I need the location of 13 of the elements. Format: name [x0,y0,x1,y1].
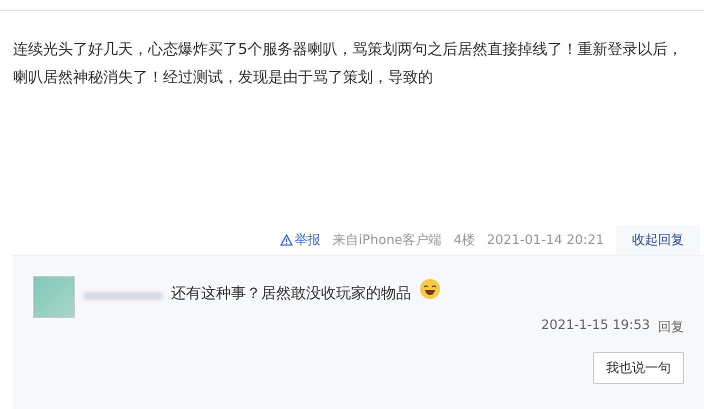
client-source: 来自iPhone客户端 [332,232,442,249]
reply-link[interactable]: 回复 [658,318,684,336]
warning-icon [280,234,293,246]
reply-text: 还有这种事？居然敢没收玩家的物品 [171,284,411,303]
collapse-replies-button[interactable]: 收起回复 [616,225,700,255]
avatar[interactable] [33,276,75,318]
reply-time: 2021-1-15 19:53 [541,318,650,335]
floor-number: 4楼 [454,232,475,249]
compose-reply-button[interactable]: 我也说一句 [593,352,684,384]
laughing-emoji-icon [419,278,441,300]
report-link[interactable]: 举报 [280,231,321,249]
post-text: 连续光头了好几天，心态爆炸买了5个服务器喇叭，骂策划两句之后居然直接掉线了！重新登录以后，喇叭居然神秘消失了！经过测试，发现是由于骂了策划，导致的 [13,39,684,88]
post-time: 2021-01-14 20:21 [486,232,604,248]
